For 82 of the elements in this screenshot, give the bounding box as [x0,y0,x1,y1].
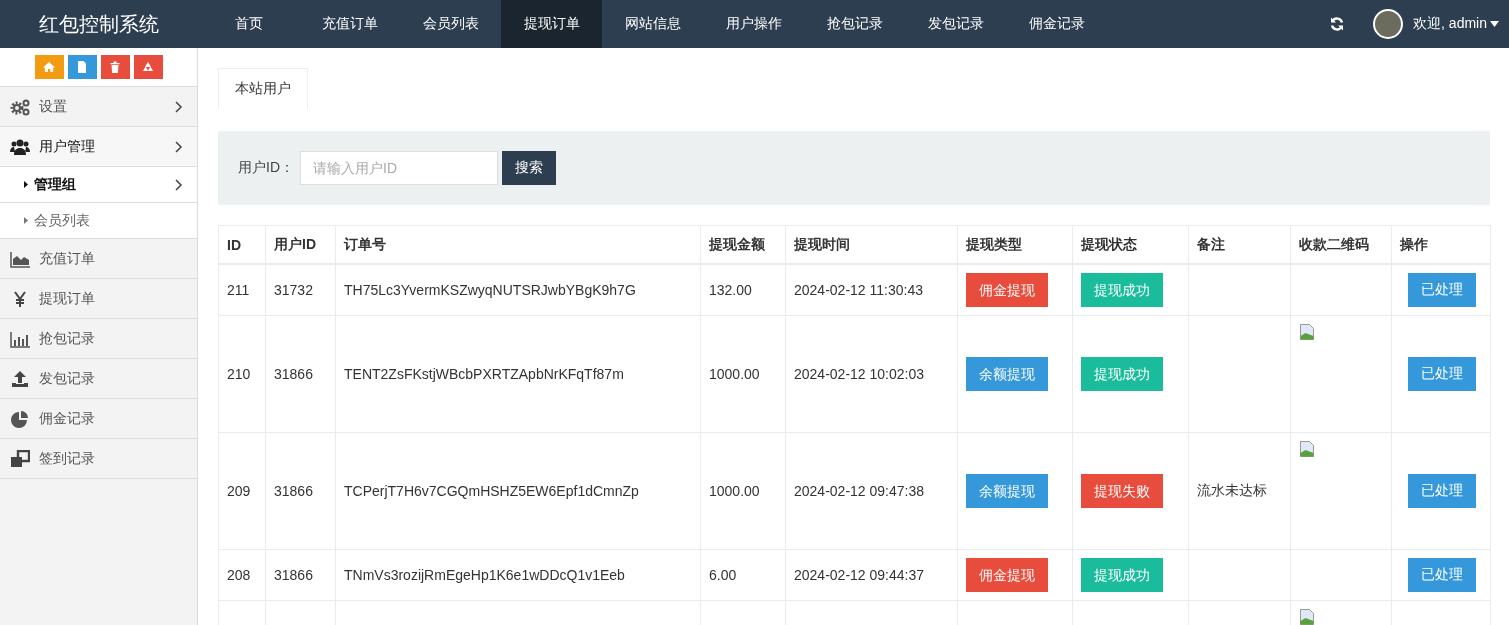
upload-icon [10,369,30,388]
sidebar-subitem[interactable]: 会员列表 [0,203,197,239]
table-cell: 1000.00 [700,432,786,550]
table-cell: 2024-02-12 09:44:37 [785,549,958,601]
sidebar-subitem[interactable]: 管理组 [0,167,197,203]
table-cell: TENT2ZsFKstjWBcbPXRTZApbNrKFqTf87m [335,315,701,433]
table-cell: 210 [218,315,266,433]
refresh-icon[interactable] [1329,16,1346,32]
table-cell: 2024-02-12 11:30:43 [785,264,958,316]
table-cell: 31732 [265,264,336,316]
table-cell: TNmVs3rozijRmEgeHp1K6e1wDDcQ1v1Eeb [335,549,701,601]
table-cell: TCPerjT7H6v7CGQmHSHZ5EW6Epf1dCmnZp [335,432,701,550]
status-badge: 提现成功 [1081,558,1163,592]
nav-tab[interactable]: 提现订单 [501,0,602,48]
table-cell: 流水未达标 [1188,432,1291,550]
field-label: 用户ID： [238,159,294,177]
table-cell: 2024-02-12 10:02:03 [785,315,958,433]
table-cell: 31866 [265,549,336,601]
table-cell: 208 [218,549,266,601]
toolbar-button[interactable] [34,55,64,79]
area-chart-icon [10,249,30,268]
nav-tab[interactable]: 会员列表 [400,0,501,48]
column-header: ID [218,225,266,264]
column-header: 用户ID [265,225,336,264]
chevron-icon [175,178,183,191]
avatar[interactable] [1373,9,1404,39]
app-title: 红包控制系统 [38,11,160,37]
nav-tab[interactable]: 充值订单 [299,0,400,48]
toolbar-button[interactable] [100,55,130,79]
broken-image-icon [1299,441,1315,457]
nav-tab[interactable]: 发包记录 [905,0,1006,48]
column-header: 订单号 [335,225,701,264]
toolbar-button[interactable] [133,55,163,79]
file-icon [76,61,88,73]
status-badge: 提现失败 [1081,474,1163,508]
home-icon [43,61,55,73]
status-badge: 提现成功 [1081,357,1163,391]
broken-image-icon [1299,609,1315,625]
nav-tab[interactable]: 首页 [198,0,299,48]
sidebar-item[interactable]: 用户管理 [0,127,197,167]
table-cell: TH75Lc3YvermKSZwyqNUTSRJwbYBgK9h7G [335,264,701,316]
pie-chart-icon [10,409,30,428]
users-icon [10,137,30,156]
gears-icon [10,97,30,116]
table-cell: 211 [218,264,266,316]
search-field[interactable]: 请输入用户ID [300,151,498,185]
search-button[interactable]: 搜索 [502,151,556,185]
column-header: 提现状态 [1072,225,1189,264]
type-badge: 佣金提现 [966,558,1048,592]
type-badge: 余额提现 [966,474,1048,508]
table-cell: 2024-02-12 09:47:38 [785,432,958,550]
user-menu[interactable]: 欢迎, admin [1413,15,1499,33]
column-header: 提现时间 [785,225,958,264]
column-header: 收款二维码 [1290,225,1392,264]
column-header: 提现金额 [700,225,786,264]
table-cell: 132.00 [700,264,786,316]
chevron-icon [175,100,183,113]
windows-icon [10,449,30,468]
column-header: 提现类型 [957,225,1073,264]
nav-tab[interactable]: 佣金记录 [1006,0,1107,48]
table-cell: 209 [218,432,266,550]
type-badge: 余额提现 [966,357,1048,391]
column-header: 备注 [1188,225,1291,264]
status-badge: 提现成功 [1081,273,1163,307]
tab[interactable]: 本站用户 [218,68,308,109]
column-header: 操作 [1391,225,1491,264]
bar-chart-icon [10,329,30,348]
triangle-icon [24,181,28,188]
nav-tab[interactable]: 抢包记录 [804,0,905,48]
table-cell: 31866 [265,432,336,550]
trash-icon [109,61,121,73]
chevron-icon [175,140,183,153]
nav-tab[interactable]: 网站信息 [602,0,703,48]
table-cell: 1000.00 [700,315,786,433]
toolbar-button[interactable] [67,55,97,79]
table-cell: 6.00 [700,549,786,601]
type-badge: 佣金提现 [966,273,1048,307]
table-cell: 31866 [265,315,336,433]
triangle-icon [24,217,28,224]
broken-image-icon [1299,324,1315,340]
caret-icon [1490,21,1499,27]
nav-tab[interactable]: 用户操作 [703,0,804,48]
